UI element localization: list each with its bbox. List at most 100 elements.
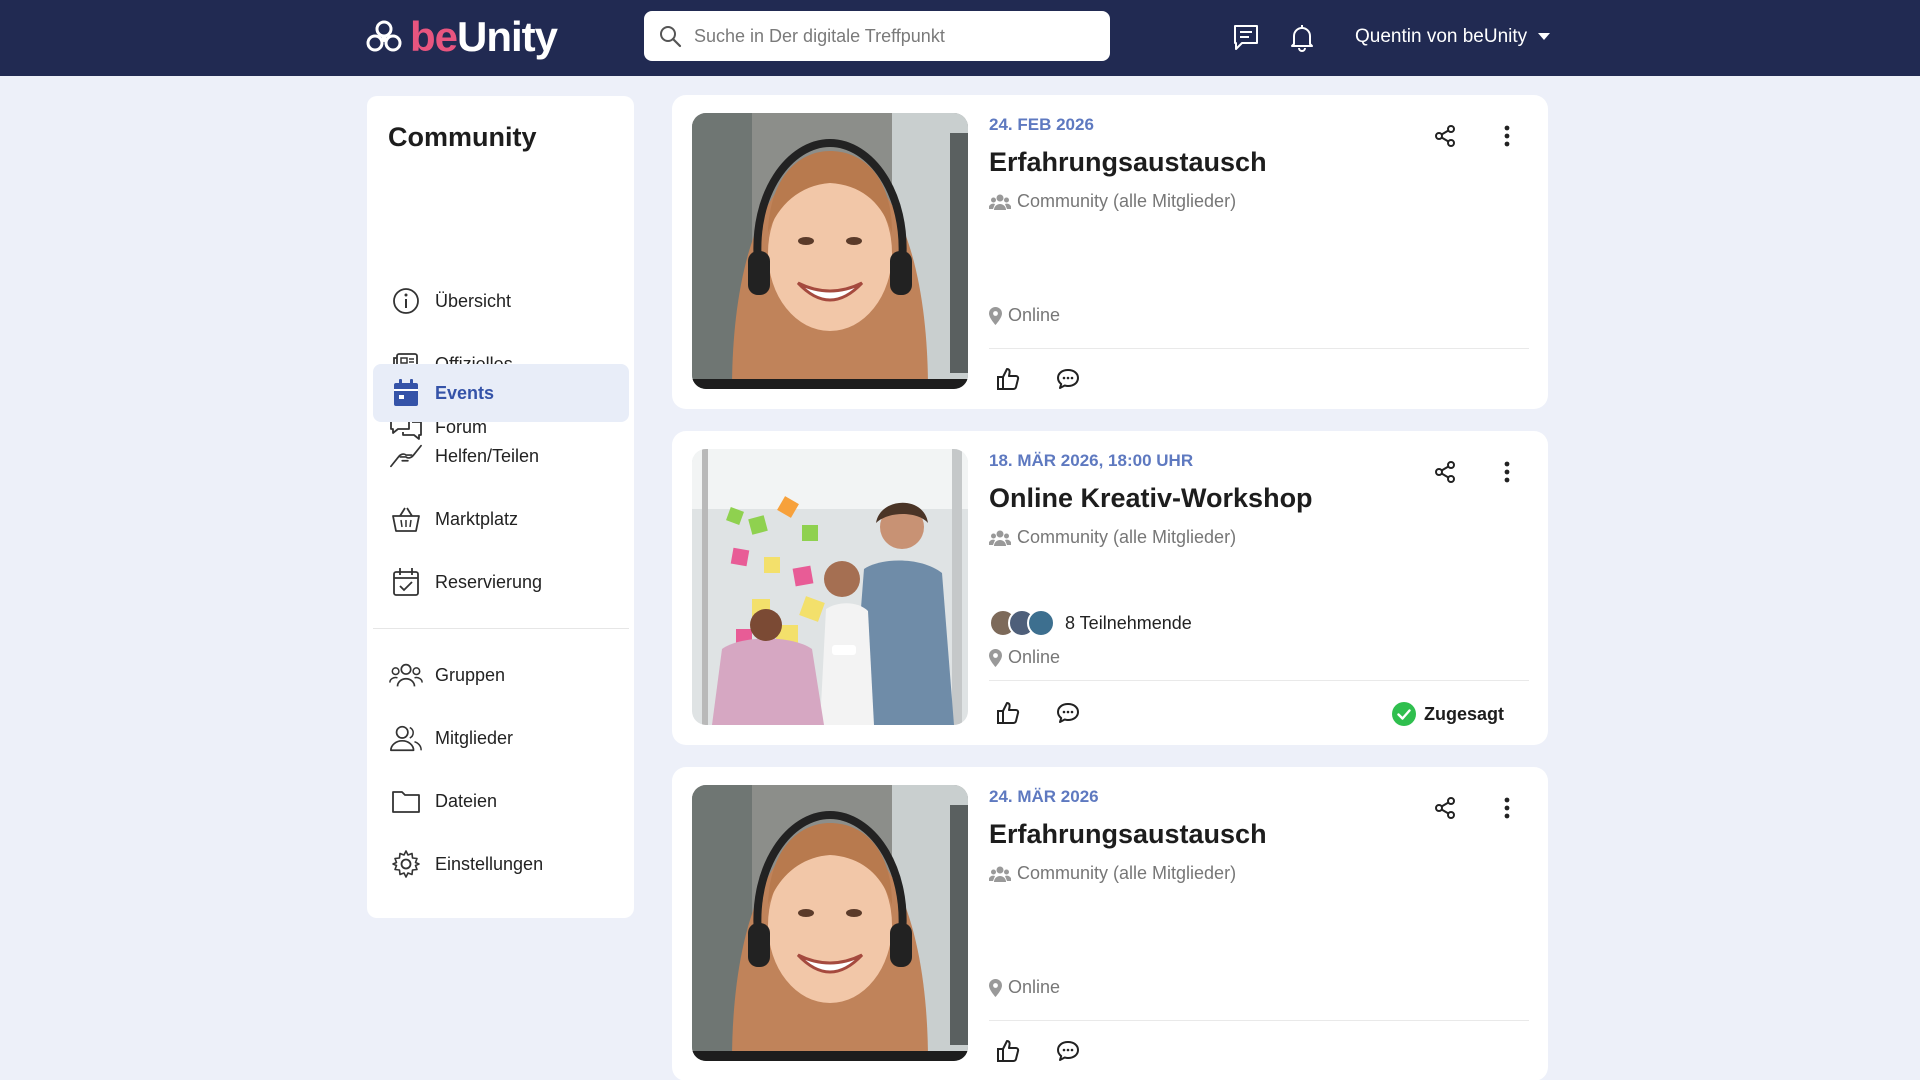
share-button[interactable]: [1430, 121, 1460, 151]
event-date: 18. MÄR 2026, 18:00 UHR: [989, 451, 1194, 470]
thumbs-up-icon: [997, 702, 1020, 724]
card-divider: [989, 680, 1529, 681]
sidebar-item-label: Reservierung: [435, 571, 543, 592]
location-pin-icon: [989, 648, 1002, 667]
bell-icon: [1291, 25, 1313, 52]
search-box[interactable]: [644, 11, 1110, 61]
user-menu[interactable]: Quentin von beUnity: [1355, 22, 1551, 52]
more-vertical-icon: [1504, 125, 1510, 147]
event-location-label: Online: [1008, 305, 1061, 325]
avatar: [1027, 609, 1055, 637]
search-icon: [660, 26, 682, 48]
sidebar-item-helfen-teilen[interactable]: Helfen/Teilen: [373, 427, 629, 485]
sidebar-divider: [373, 628, 629, 629]
sidebar-item-label: Einstellungen: [435, 853, 544, 874]
event-image[interactable]: [692, 113, 968, 389]
sidebar-item-dateien[interactable]: Dateien: [373, 772, 629, 830]
event-location-label: Online: [1008, 977, 1061, 997]
event-participants[interactable]: 8 Teilnehmende: [989, 609, 1192, 637]
calendar-check-icon: [389, 565, 423, 599]
sidebar-item-label: Gruppen: [435, 664, 506, 685]
event-title[interactable]: Erfahrungsaustausch: [989, 147, 1267, 178]
more-options-button[interactable]: [1492, 457, 1522, 487]
check-circle-icon: [1392, 702, 1416, 726]
like-button[interactable]: [994, 699, 1022, 727]
more-vertical-icon: [1504, 797, 1510, 819]
event-audience-label: Community (alle Mitglieder): [1017, 527, 1237, 547]
event-location: Online: [989, 977, 1060, 998]
event-card[interactable]: 18. MÄR 2026, 18:00 UHR Online Kreativ-W…: [672, 431, 1548, 745]
sidebar-item-label: Events: [435, 382, 495, 403]
search-input[interactable]: [694, 25, 1094, 47]
users-icon: [989, 194, 1011, 210]
users-icon: [989, 866, 1011, 882]
sidebar-item-label: Helfen/Teilen: [435, 445, 540, 466]
sidebar-item-reservierung[interactable]: Reservierung: [373, 553, 629, 611]
comment-icon: [1057, 1041, 1079, 1061]
comment-icon: [1057, 703, 1079, 723]
participants-count: 8 Teilnehmende: [1065, 612, 1192, 633]
comment-button[interactable]: [1054, 699, 1082, 727]
more-options-button[interactable]: [1492, 121, 1522, 151]
logo-text: beUnity: [410, 13, 558, 60]
thumbs-up-icon: [997, 1040, 1020, 1062]
event-image[interactable]: [692, 449, 968, 725]
info-icon: [389, 284, 423, 318]
participant-avatars: [989, 609, 1055, 637]
thumbs-up-icon: [997, 368, 1020, 390]
share-icon: [1435, 797, 1455, 819]
event-audience: Community (alle Mitglieder): [989, 527, 1236, 548]
event-audience-label: Community (alle Mitglieder): [1017, 191, 1237, 211]
comment-button[interactable]: [1054, 365, 1082, 393]
sidebar-item-events[interactable]: Events: [373, 364, 629, 422]
more-vertical-icon: [1504, 461, 1510, 483]
sidebar-item-uebersicht[interactable]: Übersicht: [373, 272, 629, 330]
sidebar-item-marktplatz[interactable]: Marktplatz: [373, 490, 629, 548]
calendar-icon: [389, 376, 423, 410]
like-button[interactable]: [994, 1037, 1022, 1065]
sidebar-item-label: Dateien: [435, 790, 498, 811]
event-image[interactable]: [692, 785, 968, 1061]
share-icon: [1435, 125, 1455, 147]
more-options-button[interactable]: [1492, 793, 1522, 823]
share-button[interactable]: [1430, 793, 1460, 823]
sidebar-item-mitglieder[interactable]: Mitglieder: [373, 709, 629, 767]
event-card[interactable]: 24. MÄR 2026 Erfahrungsaustausch Communi…: [672, 767, 1548, 1080]
group-icon: [389, 658, 423, 692]
folder-icon: [389, 784, 423, 818]
comment-icon: [1057, 369, 1079, 389]
helping-hand-icon: [389, 439, 423, 473]
sidebar-item-label: Übersicht: [435, 290, 512, 311]
location-pin-icon: [989, 306, 1002, 325]
location-pin-icon: [989, 978, 1002, 997]
logo[interactable]: beUnity: [366, 13, 558, 60]
sidebar-item-gruppen[interactable]: Gruppen: [373, 646, 629, 704]
users-icon: [989, 530, 1011, 546]
notifications-button[interactable]: [1285, 20, 1319, 54]
attendance-status-button[interactable]: Zugesagt: [1392, 702, 1504, 726]
card-divider: [989, 348, 1529, 349]
messages-button[interactable]: [1229, 20, 1263, 54]
event-location: Online: [989, 647, 1060, 668]
sidebar: Community Übersicht Offizielles Forum Ev…: [367, 96, 634, 918]
share-icon: [1435, 461, 1455, 483]
event-card[interactable]: 24. FEB 2026 Erfahrungsaustausch Communi…: [672, 95, 1548, 409]
event-audience: Community (alle Mitglieder): [989, 191, 1236, 212]
event-location: Online: [989, 305, 1060, 326]
comment-button[interactable]: [1054, 1037, 1082, 1065]
share-button[interactable]: [1430, 457, 1460, 487]
top-bar: beUnity Quentin von beUnity: [0, 0, 1920, 76]
event-audience: Community (alle Mitglieder): [989, 863, 1236, 884]
event-title[interactable]: Erfahrungsaustausch: [989, 819, 1267, 850]
event-title[interactable]: Online Kreativ-Workshop: [989, 483, 1313, 514]
logo-mark-icon: [366, 20, 402, 52]
caret-down-icon: [1538, 33, 1551, 40]
like-button[interactable]: [994, 365, 1022, 393]
sidebar-title: Community: [388, 122, 537, 152]
basket-icon: [389, 502, 423, 536]
event-date: 24. MÄR 2026: [989, 787, 1099, 806]
sidebar-item-label: Marktplatz: [435, 508, 519, 529]
event-location-label: Online: [1008, 647, 1061, 667]
sidebar-item-einstellungen[interactable]: Einstellungen: [373, 835, 629, 893]
user-name: Quentin von beUnity: [1355, 26, 1528, 47]
